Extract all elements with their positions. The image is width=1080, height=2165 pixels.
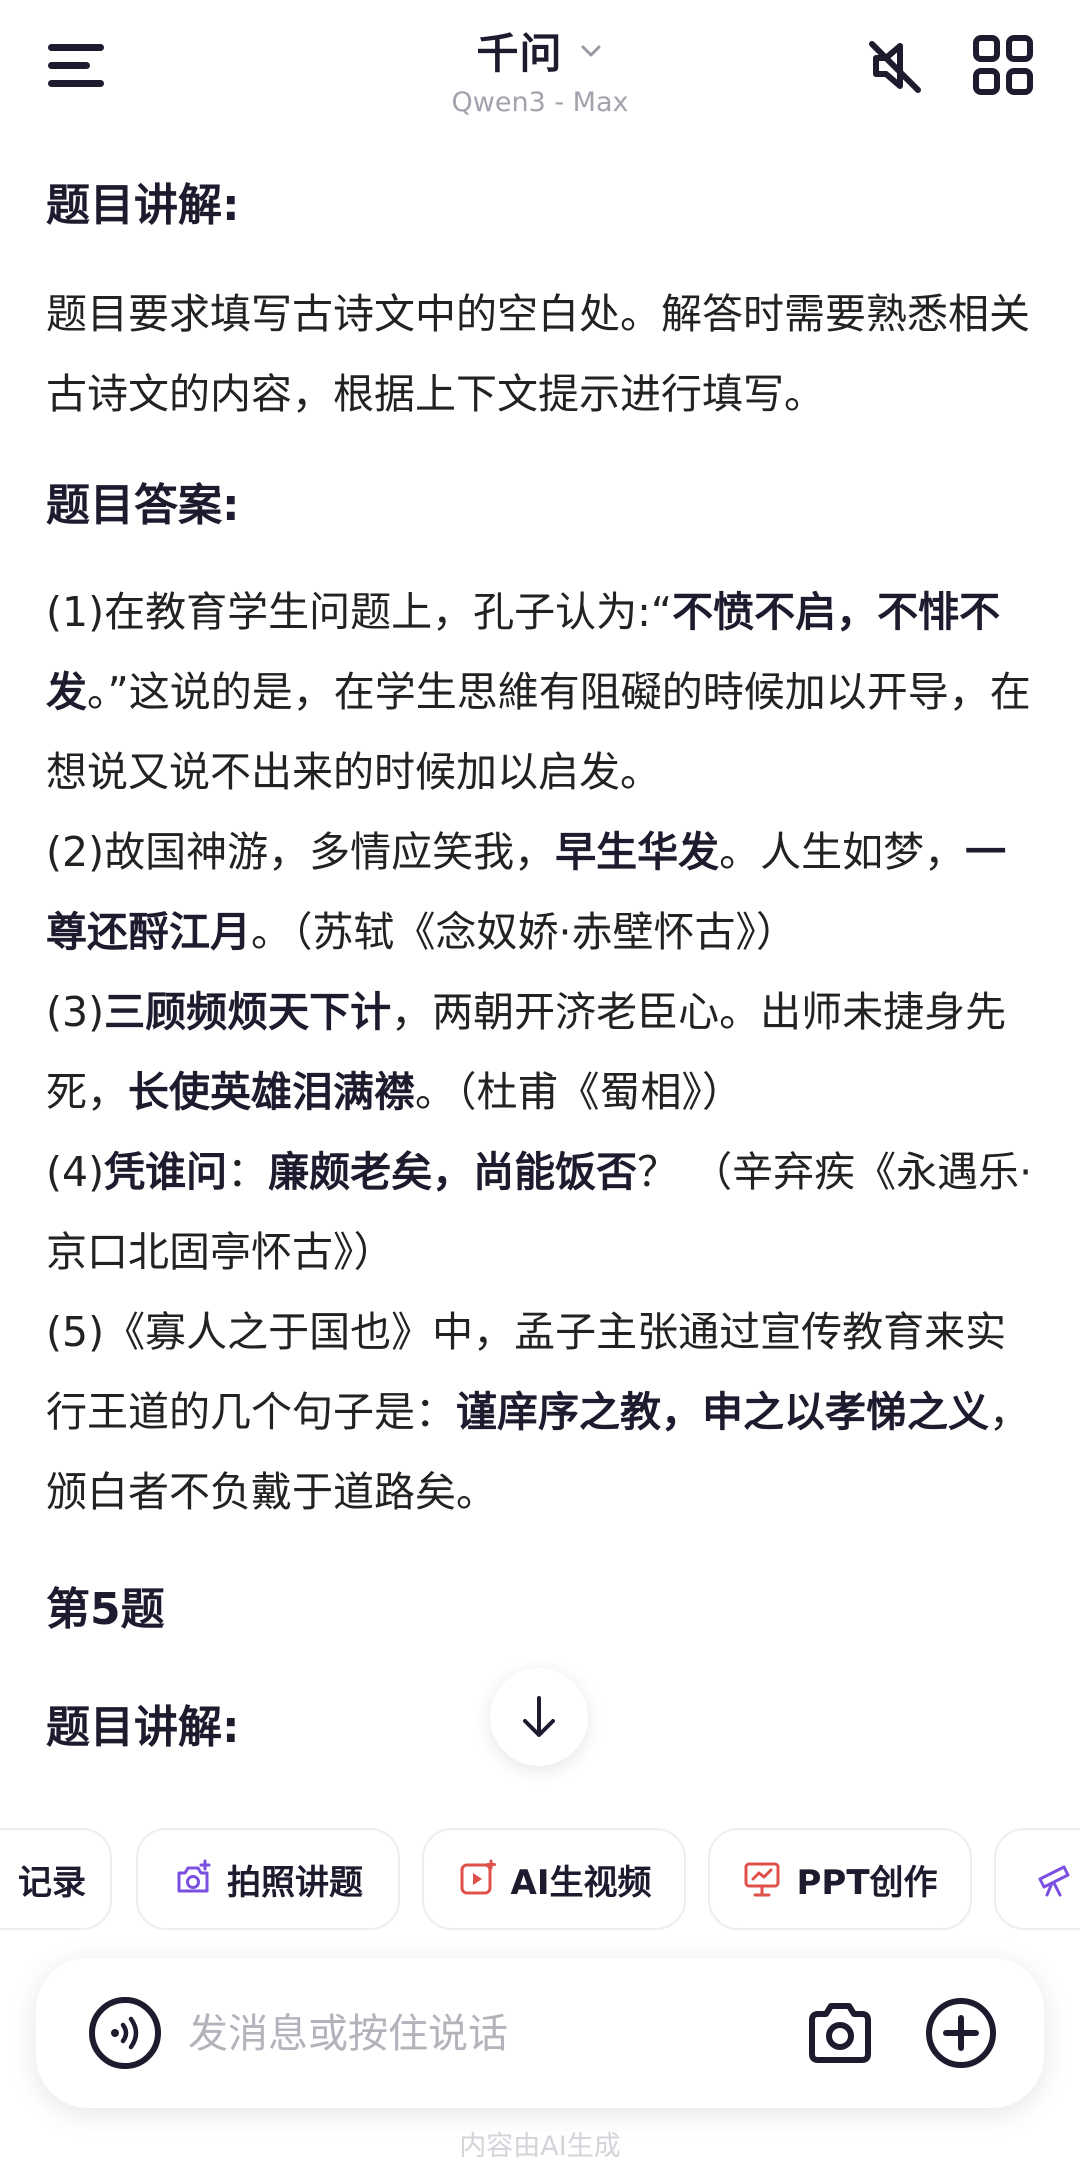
chip-explore[interactable] (994, 1828, 1080, 1930)
chip-label: PPT创作 (796, 1862, 938, 1903)
scroll-to-bottom-button[interactable] (490, 1668, 588, 1766)
answer-item: (5)《寡人之于国也》中，孟子主张通过宣传教育来实行王道的几个句子是：谨庠序之教… (46, 1292, 1036, 1532)
chat-message: 题目讲解: 题目要求填写古诗文中的空白处。解答时需要熟悉相关古诗文的内容，根据上… (46, 150, 1036, 1758)
camera-icon[interactable] (804, 1998, 876, 2068)
answer-item: (4)凭谁问：廉颇老矣，尚能饭否？ （辛弃疾《永遇乐·京口北固亭怀古》） (46, 1132, 1036, 1292)
chip-ppt[interactable]: PPT创作 (708, 1828, 972, 1930)
answer-text: ： (227, 1148, 269, 1196)
explanation-text: 题目要求填写古诗文中的空白处。解答时需要熟悉相关古诗文的内容，根据上下文提示进行… (46, 290, 1030, 418)
answer-highlight: 廉颇老矣，尚能饭否 (268, 1148, 638, 1196)
message-input[interactable] (186, 1994, 790, 2074)
answer-item: (3)三顾频烦天下计，两朝开济老臣心。出师未捷身先死，长使英雄泪满襟。（杜甫《蜀… (46, 972, 1036, 1132)
plus-circle-icon[interactable] (924, 1996, 998, 2070)
answers-list: (1)在教育学生问题上，孔子认为:“不愤不启，不悱不发。”这说的是，在学生思維有… (46, 572, 1036, 1532)
answer-text: (3) (46, 988, 105, 1036)
answer-highlight: 凭谁问 (104, 1148, 228, 1196)
section-heading: 题目讲解: (46, 180, 240, 231)
chip-photo-explain[interactable]: 拍照讲题 (136, 1828, 400, 1930)
answer-highlight: 早生华发 (555, 828, 720, 876)
message-composer (36, 1958, 1044, 2108)
answer-text: 。（杜甫《蜀相》） (415, 1068, 743, 1116)
menu-icon[interactable] (48, 40, 108, 94)
answer-text: (2)故国神游，多情应笑我， (46, 828, 556, 876)
chip-label: 拍照讲题 (227, 1862, 363, 1903)
video-play-icon (460, 1859, 496, 1895)
section-heading: 题目答案: (46, 480, 240, 531)
telescope-icon (1038, 1865, 1070, 1897)
answer-text: 。”这说的是，在学生思維有阻礙的時候加以开导，在想说又说不出来的时候加以启发。 (46, 668, 1031, 796)
answer-item: (2)故国神游，多情应笑我，早生华发。人生如梦，一尊还酹江月。（苏轼《念奴娇·赤… (46, 812, 1036, 972)
answer-highlight: 谨庠序之教，申之以孝悌之义 (456, 1388, 989, 1436)
answer-text: 。人生如梦， (719, 828, 966, 876)
chip-label: 记录 (18, 1862, 86, 1903)
chip-record[interactable]: 记录 (0, 1828, 112, 1930)
model-selector[interactable]: 千问 Qwen3 - Max (340, 20, 740, 118)
presentation-icon (744, 1862, 780, 1897)
voice-wave-icon[interactable] (88, 1996, 162, 2070)
app-title[interactable]: 千问 (476, 20, 562, 81)
answer-text: (1)在教育学生问题上，孔子认为:“ (46, 588, 673, 636)
answer-text: 。（苏轼《念奴娇·赤壁怀古》） (251, 908, 798, 956)
answer-item: (1)在教育学生问题上，孔子认为:“不愤不启，不悱不发。”这说的是，在学生思維有… (46, 572, 1036, 812)
camera-plus-icon (177, 1859, 211, 1893)
app-header: 千问 Qwen3 - Max (0, 0, 1080, 130)
quick-actions-bar[interactable]: 记录 拍照讲题 AI生视频 PPT创作 (0, 1828, 1080, 1934)
question-number: 第5题 (46, 1584, 165, 1635)
answer-highlight: 三顾频烦天下计 (104, 988, 392, 1036)
answer-highlight: 长使英雄泪满襟 (128, 1068, 415, 1116)
ai-disclaimer: 内容由AI生成 (459, 2131, 621, 2162)
apps-grid-icon[interactable] (972, 34, 1034, 96)
model-name: Qwen3 - Max (451, 87, 629, 118)
chip-label: AI生视频 (510, 1862, 652, 1903)
chevron-down-icon[interactable] (578, 41, 604, 61)
arrow-down-icon (523, 1696, 555, 1737)
chip-ai-video[interactable]: AI生视频 (422, 1828, 686, 1930)
speaker-muted-icon[interactable] (862, 34, 926, 98)
answer-text: (4) (46, 1148, 105, 1196)
